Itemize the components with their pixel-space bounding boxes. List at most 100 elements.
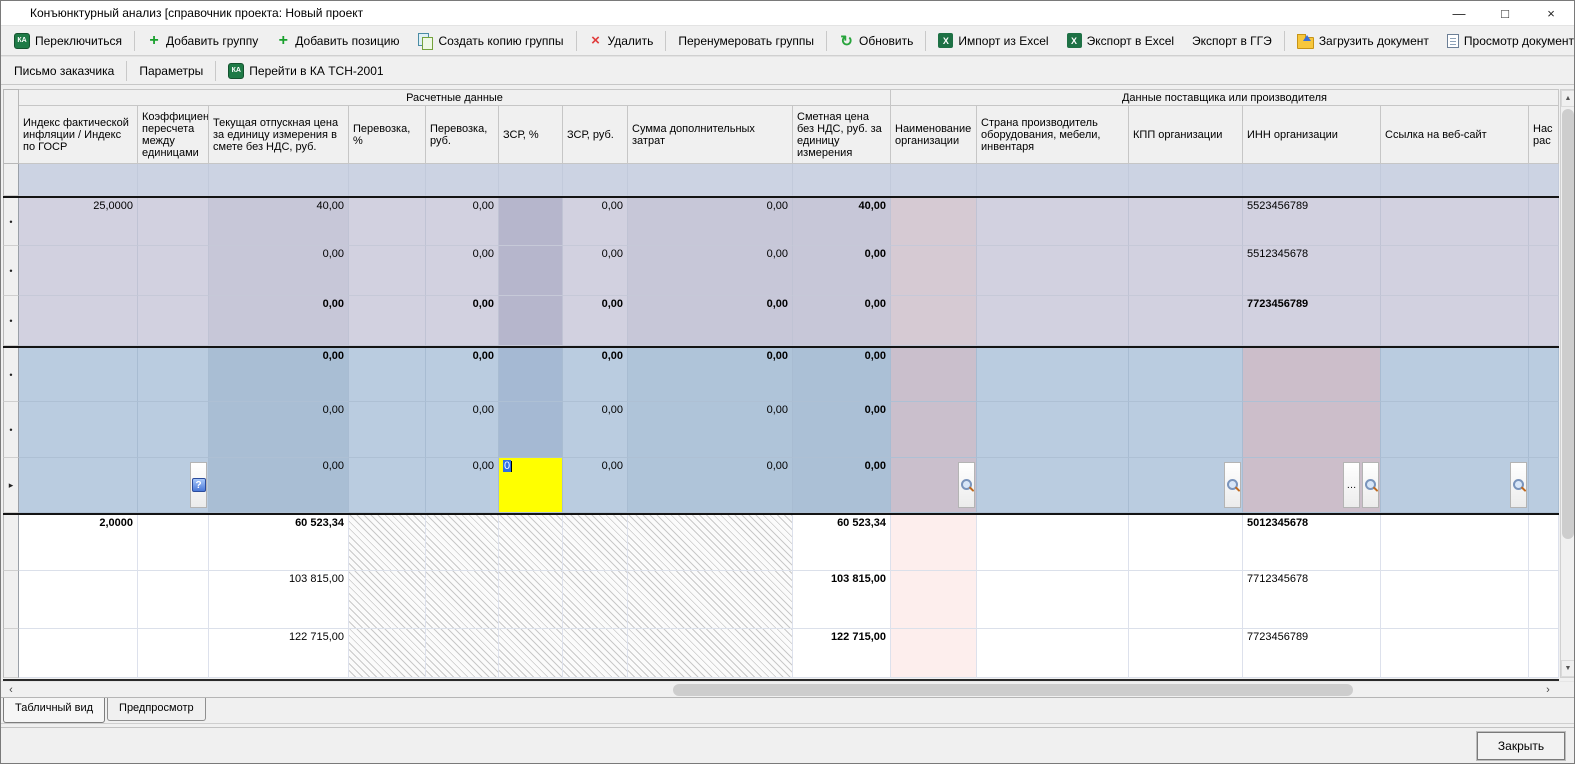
grid-cell-link[interactable] bbox=[1381, 571, 1529, 629]
grid-cell-koef[interactable] bbox=[138, 571, 209, 629]
grid-cell-zsr_rub[interactable]: 0,00 bbox=[563, 246, 628, 296]
grid-cell-perev_rub[interactable] bbox=[426, 515, 499, 571]
grid-cell-price[interactable]: 122 715,00 bbox=[209, 629, 349, 678]
grid-cell-smet[interactable]: 0,00 bbox=[793, 402, 891, 458]
lookup-button[interactable] bbox=[958, 462, 975, 508]
grid-cell-org[interactable] bbox=[891, 246, 977, 296]
grid-cell-price[interactable]: 60 523,34 bbox=[209, 515, 349, 571]
grid-cell-link[interactable] bbox=[1381, 198, 1529, 246]
grid-cell-perev_rub[interactable] bbox=[426, 571, 499, 629]
grid-cell-inn[interactable]: 5012345678 bbox=[1243, 515, 1381, 571]
grid-cell-koef[interactable] bbox=[138, 515, 209, 571]
column-header-kpp[interactable]: КПП организации bbox=[1129, 106, 1243, 164]
scroll-down-icon[interactable]: ▼ bbox=[1561, 660, 1574, 677]
grid-cell-perev_pct[interactable] bbox=[349, 571, 426, 629]
close-dialog-button[interactable]: Закрыть bbox=[1477, 732, 1565, 760]
grid-cell-smet[interactable]: 0,00 bbox=[793, 246, 891, 296]
grid-cell-org[interactable] bbox=[891, 198, 977, 246]
toolbar-button-1[interactable]: КАПереключиться bbox=[5, 29, 131, 53]
grid-cell-smet[interactable] bbox=[793, 164, 891, 196]
grid-cell-perev_rub[interactable]: 0,00 bbox=[426, 246, 499, 296]
grid-cell-country[interactable] bbox=[977, 246, 1129, 296]
grid-cell-perev_pct[interactable] bbox=[349, 164, 426, 196]
grid-cell-country[interactable] bbox=[977, 164, 1129, 196]
grid-cell-org[interactable] bbox=[891, 458, 977, 513]
row-selector[interactable] bbox=[3, 164, 19, 196]
grid-cell-last[interactable] bbox=[1529, 198, 1559, 246]
toolbar-button-12[interactable]: Просмотр документа bbox=[1438, 30, 1575, 52]
grid-cell-country[interactable] bbox=[977, 629, 1129, 678]
column-header-index[interactable]: Индекс фактической инфляции / Индекс по … bbox=[19, 106, 138, 164]
grid-cell-perev_rub[interactable]: 0,00 bbox=[426, 296, 499, 346]
grid-cell-zsr_rub[interactable]: 0,00 bbox=[563, 348, 628, 402]
grid-cell-kpp[interactable] bbox=[1129, 198, 1243, 246]
scroll-right-icon[interactable]: › bbox=[1540, 682, 1556, 698]
horizontal-scrollbar[interactable]: ‹ › bbox=[1, 681, 1574, 697]
vertical-scroll-thumb[interactable] bbox=[1562, 109, 1574, 539]
tab-preview[interactable]: Предпросмотр bbox=[107, 698, 206, 721]
column-header-zsr_pct[interactable]: ЗСР, % bbox=[499, 106, 563, 164]
grid-cell-org[interactable] bbox=[891, 296, 977, 346]
grid-cell-zsr_pct[interactable] bbox=[499, 164, 563, 196]
grid-cell-org[interactable] bbox=[891, 629, 977, 678]
grid-cell-country[interactable] bbox=[977, 348, 1129, 402]
grid-cell-summa[interactable]: 0,00 bbox=[628, 402, 793, 458]
grid-cell-smet[interactable]: 40,00 bbox=[793, 198, 891, 246]
grid-cell-perev_pct[interactable] bbox=[349, 348, 426, 402]
grid-cell-index[interactable] bbox=[19, 629, 138, 678]
column-header-link[interactable]: Ссылка на веб-сайт bbox=[1381, 106, 1529, 164]
grid-cell-zsr_rub[interactable] bbox=[563, 571, 628, 629]
grid-cell-last[interactable] bbox=[1529, 164, 1559, 196]
vertical-scrollbar[interactable]: ▲ ▼ bbox=[1560, 89, 1574, 678]
grid-cell-perev_rub[interactable]: 0,00 bbox=[426, 402, 499, 458]
grid-cell-inn[interactable]: 5523456789 bbox=[1243, 198, 1381, 246]
grid-cell-index[interactable] bbox=[19, 296, 138, 346]
grid-cell-zsr_rub[interactable]: 0,00 bbox=[563, 402, 628, 458]
toolbar-button-9[interactable]: XЭкспорт в Excel bbox=[1058, 29, 1183, 52]
grid-cell-kpp[interactable] bbox=[1129, 629, 1243, 678]
row-selector[interactable]: • bbox=[3, 198, 19, 246]
column-header-price[interactable]: Текущая отпускная цена за единицу измере… bbox=[209, 106, 349, 164]
grid-cell-link[interactable] bbox=[1381, 402, 1529, 458]
secondary-toolbar-button-2[interactable]: Параметры bbox=[130, 60, 212, 82]
grid-cell-country[interactable] bbox=[977, 515, 1129, 571]
column-header-country[interactable]: Страна производитель оборудования, мебел… bbox=[977, 106, 1129, 164]
grid-cell-org[interactable] bbox=[891, 164, 977, 196]
grid-cell-org[interactable] bbox=[891, 348, 977, 402]
grid-cell-summa[interactable]: 0,00 bbox=[628, 296, 793, 346]
grid-cell-index[interactable] bbox=[19, 164, 138, 196]
grid-cell-link[interactable] bbox=[1381, 348, 1529, 402]
grid-cell-koef[interactable] bbox=[138, 348, 209, 402]
grid-cell-kpp[interactable] bbox=[1129, 402, 1243, 458]
column-header-inn[interactable]: ИНН организации bbox=[1243, 106, 1381, 164]
grid-cell-price[interactable]: 0,00 bbox=[209, 402, 349, 458]
grid-cell-index[interactable] bbox=[19, 246, 138, 296]
column-header-smet[interactable]: Сметная цена без НДС, руб. за единицу из… bbox=[793, 106, 891, 164]
row-selector[interactable] bbox=[3, 571, 19, 629]
grid-cell-index[interactable] bbox=[19, 571, 138, 629]
grid-cell-zsr_pct[interactable] bbox=[499, 348, 563, 402]
scroll-left-icon[interactable]: ‹ bbox=[3, 682, 19, 698]
grid-cell-koef[interactable] bbox=[138, 629, 209, 678]
grid-cell-perev_pct[interactable] bbox=[349, 198, 426, 246]
row-selector[interactable] bbox=[3, 515, 19, 571]
grid-cell-price[interactable]: 103 815,00 bbox=[209, 571, 349, 629]
grid-cell-last[interactable] bbox=[1529, 571, 1559, 629]
grid-cell-zsr_pct[interactable] bbox=[499, 515, 563, 571]
row-selector[interactable]: • bbox=[3, 402, 19, 458]
grid-cell-koef[interactable] bbox=[138, 296, 209, 346]
grid-cell-summa[interactable] bbox=[628, 515, 793, 571]
grid-cell-price[interactable]: 40,00 bbox=[209, 198, 349, 246]
grid-cell-last[interactable] bbox=[1529, 348, 1559, 402]
grid-cell-zsr_pct[interactable]: 0 bbox=[499, 458, 563, 513]
grid-cell-perev_rub[interactable] bbox=[426, 164, 499, 196]
grid-cell-kpp[interactable] bbox=[1129, 348, 1243, 402]
grid-cell-inn[interactable]: 7723456789 bbox=[1243, 629, 1381, 678]
grid-cell-inn[interactable] bbox=[1243, 402, 1381, 458]
row-selector[interactable]: • bbox=[3, 296, 19, 346]
grid-cell-zsr_rub[interactable]: 0,00 bbox=[563, 198, 628, 246]
grid-cell-last[interactable] bbox=[1529, 296, 1559, 346]
grid-cell-index[interactable]: 25,0000 bbox=[19, 198, 138, 246]
toolbar-button-7[interactable]: ↻Обновить bbox=[830, 28, 922, 54]
grid-cell-zsr_pct[interactable] bbox=[499, 629, 563, 678]
